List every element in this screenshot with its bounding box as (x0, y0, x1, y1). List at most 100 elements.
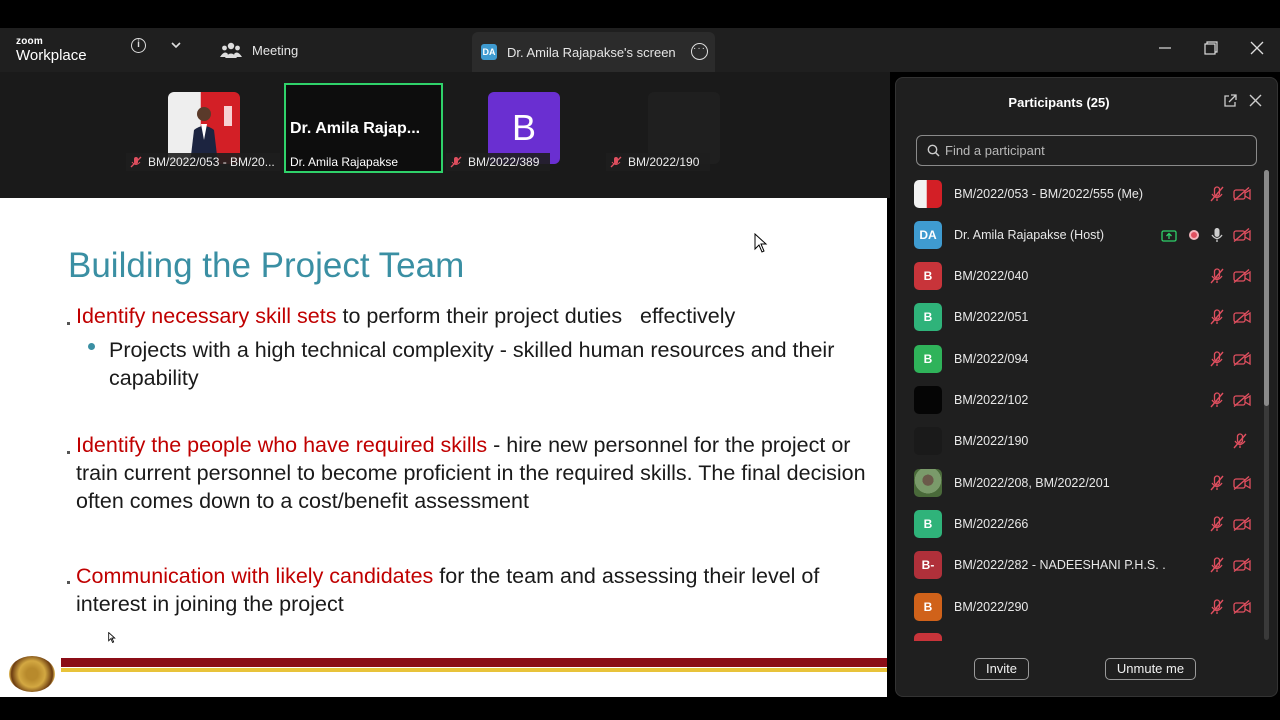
mic-off-icon[interactable] (1210, 474, 1224, 491)
avatar: DA (914, 220, 942, 249)
small-cursor-icon (108, 632, 116, 643)
camera-off-icon[interactable] (1233, 516, 1251, 531)
camera-off-icon[interactable] (1233, 392, 1251, 408)
participant-name: BM/2022/040 (954, 269, 1029, 284)
camera-off-icon[interactable] (1233, 269, 1251, 284)
camera-off-icon[interactable] (1233, 310, 1251, 325)
screen-share-icon (1161, 229, 1177, 242)
self-tile-label: BM/2022/053 - BM/20... (126, 153, 280, 171)
active-speaker-name: Dr. Amila Rajapakse (290, 155, 399, 169)
active-speaker-tile[interactable]: Dr. Amila Rajap... Dr. Amila Rajapakse (284, 83, 443, 173)
self-tile-name: BM/2022/053 - BM/20... (148, 155, 275, 169)
participants-title: Participants (25) (1008, 95, 1110, 110)
brand-small: zoom (16, 36, 43, 47)
avatar (914, 468, 942, 497)
mic-off-icon[interactable] (1210, 516, 1224, 532)
avatar: B- (914, 551, 942, 580)
bullet-marker (67, 581, 70, 584)
participants-panel: Participants (25) BM/2022/053 - BM/2022/… (895, 77, 1278, 697)
mic-off-icon (610, 156, 622, 168)
avatar (914, 427, 942, 456)
participant-name: BM/2022/190 (954, 434, 1029, 449)
bullet-marker (67, 322, 70, 325)
mic-off-icon[interactable] (1233, 433, 1247, 449)
search-icon (927, 144, 940, 157)
avatar (914, 386, 942, 414)
mic-off-icon[interactable] (1210, 309, 1224, 325)
avatar: B (914, 509, 942, 538)
scrollbar-thumb[interactable] (1264, 170, 1269, 406)
mic-off-icon[interactable] (1210, 557, 1224, 573)
tile-190-label: BM/2022/190 (606, 153, 710, 171)
active-speaker-name-large: Dr. Amila Rajap... (290, 120, 421, 137)
participant-row[interactable]: BM/2022/102 (896, 380, 1262, 421)
participant-row[interactable]: B BM/2022/051 (896, 297, 1262, 338)
participant-name: BM/2022/094 (954, 351, 1029, 366)
avatar: B (914, 262, 942, 291)
slide-title: Building the Project Team (68, 246, 465, 285)
camera-off-icon[interactable] (1233, 599, 1251, 614)
participant-row[interactable]: B BM/2022/094 (896, 338, 1262, 379)
participant-row[interactable]: B- BM/2022/282 - NADEESHANI P.H.S. . (896, 545, 1262, 586)
tab-screen-label: Dr. Amila Rajapakse's screen (507, 44, 676, 60)
camera-off-icon[interactable] (1233, 558, 1251, 573)
avatar: B (914, 303, 942, 332)
mic-off-icon[interactable] (1210, 185, 1224, 202)
camera-off-icon[interactable] (1233, 475, 1251, 490)
point-1-text: to perform their project duties effectiv… (336, 304, 736, 328)
tab-meeting[interactable]: Meeting (214, 28, 414, 72)
screen-owner-badge: DA (481, 44, 497, 60)
mic-off-icon (130, 156, 142, 168)
university-seal-logo (9, 656, 55, 692)
participant-name: BM/2022/282 - NADEESHANI P.H.S. . (954, 558, 1166, 573)
mic-off-icon[interactable] (1210, 598, 1224, 615)
popout-icon[interactable] (1223, 94, 1237, 108)
participant-name: BM/2022/290 (954, 599, 1029, 614)
footer-band-red (61, 658, 887, 667)
participant-name: BM/2022/208, BM/2022/201 (954, 475, 1110, 490)
unmute-me-button[interactable]: Unmute me (1105, 658, 1196, 680)
participant-row[interactable]: DA Dr. Amila Rajapakse (Host) (896, 214, 1262, 255)
close-icon[interactable] (1249, 94, 1262, 107)
camera-off-icon[interactable] (1233, 351, 1251, 366)
participant-row[interactable]: BM/2022/190 (896, 421, 1262, 462)
invite-button[interactable]: Invite (974, 658, 1029, 680)
mic-off-icon[interactable] (1210, 268, 1224, 284)
point-3-emphasis: Communication with likely candidates (76, 564, 434, 588)
shared-screen-slide: Building the Project Team Identify neces… (0, 198, 887, 697)
participant-row[interactable]: B BM/2022/266 (896, 503, 1262, 544)
info-icon[interactable]: i (131, 38, 146, 53)
point-1-emphasis: Identify necessary skill sets (76, 304, 337, 328)
search-participant-input[interactable] (916, 135, 1257, 166)
participant-row[interactable]: BM/2022/208, BM/2022/201 (896, 462, 1262, 503)
slide-point-2: Identify the people who have required sk… (76, 431, 881, 515)
camera-off-icon[interactable] (1233, 186, 1251, 201)
participant-row[interactable]: B BM/2022/290 (896, 586, 1262, 627)
participant-name: BM/2022/053 - BM/2022/555 (Me) (954, 186, 1143, 201)
tab-shared-screen[interactable]: DA Dr. Amila Rajapakse's screen ··· (472, 32, 715, 72)
participant-row[interactable]: BM/2022/053 - BM/2022/555 (Me) (896, 173, 1262, 214)
point-2-emphasis: Identify the people who have required sk… (76, 433, 488, 457)
restore-icon[interactable] (1203, 40, 1219, 56)
participant-name: BM/2022/051 (954, 310, 1029, 325)
mic-off-icon[interactable] (1210, 392, 1224, 408)
mic-off-icon[interactable] (1210, 351, 1224, 367)
brand-large: Workplace (16, 47, 87, 64)
slide-subpoint-1: Projects with a high technical complexit… (109, 338, 835, 390)
participant-row[interactable]: B BM/2022/040 (896, 256, 1262, 297)
slide-point-1: Identify necessary skill sets to perform… (76, 302, 866, 330)
zoom-logo: zoom Workplace (16, 36, 87, 64)
more-options-icon[interactable]: ··· (691, 43, 708, 60)
camera-off-icon[interactable] (1233, 227, 1251, 242)
recording-icon (1189, 229, 1199, 240)
minimize-icon[interactable] (1157, 40, 1173, 56)
video-strip: BM/2022/053 - BM/20... Dr. Amila Rajap..… (0, 72, 890, 198)
slide-point-3: Communication with likely candidates for… (76, 562, 876, 618)
participant-name: BM/2022/102 (954, 393, 1029, 407)
mic-on-icon[interactable] (1210, 227, 1224, 243)
sub-bullet-marker (88, 343, 95, 350)
mouse-cursor-icon (754, 233, 768, 253)
participant-name: BM/2022/266 (954, 516, 1029, 531)
chevron-down-icon[interactable] (170, 39, 182, 51)
close-window-icon[interactable] (1249, 40, 1265, 56)
